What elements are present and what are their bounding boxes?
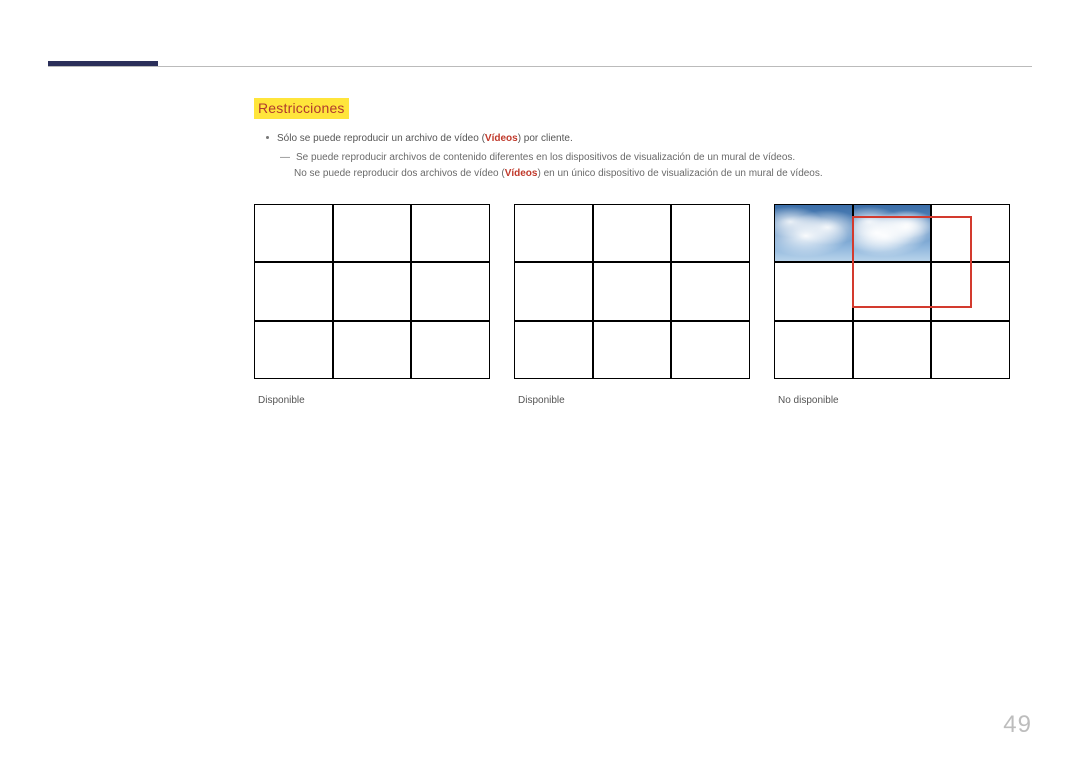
grid-caption: Disponible (514, 395, 750, 406)
top-horizontal-rule (48, 66, 1032, 67)
list-item: No se puede reproducir dos archivos de v… (294, 166, 1032, 182)
section-title: Restricciones (254, 98, 349, 119)
text: No se puede reproducir dos archivos de v… (294, 168, 505, 179)
video-thumbnail-cell (853, 204, 932, 262)
text: Sólo se puede reproducir un archivo de v… (277, 133, 485, 144)
document-page: Restricciones Sólo se puede reproducir u… (0, 0, 1080, 763)
bullet-list: Sólo se puede reproducir un archivo de v… (254, 131, 1032, 182)
list-item: Sólo se puede reproducir un archivo de v… (254, 131, 1032, 146)
grid-available-1: Disponible (254, 204, 490, 406)
list-item: ― Se puede reproducir archivos de conten… (280, 150, 1032, 166)
dash-icon: ― (280, 150, 290, 166)
sky-image-icon (854, 205, 931, 261)
text: ) por cliente. (518, 133, 573, 144)
grid-caption: No disponible (774, 395, 1010, 406)
video-wall-grid (774, 204, 1010, 379)
grid-available-2: Disponible (514, 204, 750, 406)
sublist: ― Se puede reproducir archivos de conten… (280, 150, 1032, 182)
emphasis-text: Vídeos (485, 133, 518, 144)
text: ) en un único dispositivo de visualizaci… (537, 168, 822, 179)
sky-image-icon (775, 205, 852, 261)
text: No se puede reproducir dos archivos de v… (294, 166, 1032, 182)
page-number: 49 (1003, 711, 1032, 739)
video-wall-grid (254, 204, 490, 379)
video-wall-grid (514, 204, 750, 379)
text: Se puede reproducir archivos de contenid… (296, 150, 1032, 166)
emphasis-text: Vídeos (505, 168, 538, 179)
grids-row: Disponible Disponible (254, 204, 1010, 406)
top-accent-bar (48, 61, 158, 66)
content-area: Restricciones Sólo se puede reproducir u… (254, 98, 1032, 182)
grid-not-available: No disponible (774, 204, 1010, 406)
bullet-text: Sólo se puede reproducir un archivo de v… (277, 131, 573, 146)
video-thumbnail-cell (774, 204, 853, 262)
bullet-dot-icon (266, 136, 269, 139)
grid-caption: Disponible (254, 395, 490, 406)
